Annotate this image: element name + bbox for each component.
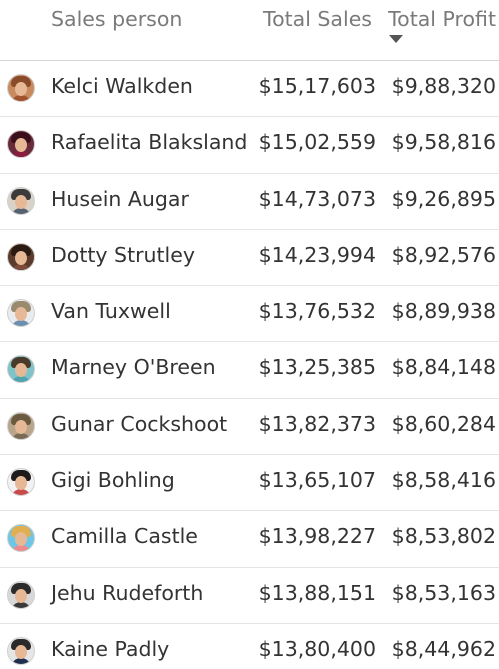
total-profit-value: $8,58,416 bbox=[391, 468, 496, 493]
avatar-icon bbox=[7, 468, 35, 497]
total-sales-value: $13,88,151 bbox=[258, 580, 376, 605]
sales-person-name: Marney O'Breen bbox=[51, 355, 216, 380]
sales-person-name: Husein Augar bbox=[51, 186, 189, 211]
table-row[interactable]: Camilla Castle $13,98,227 $8,53,802 bbox=[0, 511, 499, 568]
total-sales-value: $13,98,227 bbox=[258, 524, 376, 549]
sales-data-grid: Sales person Total Sales Total Profit Ke… bbox=[0, 0, 499, 669]
grid-body: Kelci Walkden $15,17,603 $9,88,320 Rafaelit… bbox=[0, 61, 499, 669]
sales-person-name: Kelci Walkden bbox=[51, 74, 193, 98]
total-sales-value: $13,82,373 bbox=[258, 411, 376, 436]
total-sales-value: $13,76,532 bbox=[258, 299, 376, 324]
avatar-icon bbox=[7, 242, 35, 271]
avatar-icon bbox=[7, 580, 35, 609]
total-sales-value: $14,23,994 bbox=[258, 242, 376, 267]
table-row[interactable]: Jehu Rudeforth $13,88,151 $8,53,163 bbox=[0, 568, 499, 624]
total-profit-value: $8,92,576 bbox=[391, 242, 496, 267]
avatar-icon bbox=[7, 636, 35, 665]
avatar-icon bbox=[7, 130, 35, 159]
total-profit-value: $8,84,148 bbox=[391, 355, 496, 380]
table-row[interactable]: Gunar Cockshoot $13,82,373 $8,60,284 bbox=[0, 399, 499, 456]
total-profit-value: $9,26,895 bbox=[391, 186, 496, 211]
table-row[interactable]: Kaine Padly $13,80,400 $8,44,962 bbox=[0, 624, 499, 669]
table-row[interactable]: Marney O'Breen $13,25,385 $8,84,148 bbox=[0, 342, 499, 399]
total-sales-value: $13,25,385 bbox=[258, 355, 376, 380]
total-profit-value: $8,53,802 bbox=[391, 524, 496, 549]
table-row[interactable]: Rafaelita Blaksland $15,02,559 $9,58,816 bbox=[0, 117, 499, 174]
avatar-icon bbox=[7, 299, 35, 328]
total-profit-value: $8,60,284 bbox=[391, 411, 496, 436]
total-sales-value: $14,73,073 bbox=[258, 186, 376, 211]
total-profit-value: $9,58,816 bbox=[391, 130, 496, 155]
table-row[interactable]: Van Tuxwell $13,76,532 $8,89,938 bbox=[0, 286, 499, 343]
total-profit-value: $8,53,163 bbox=[391, 580, 496, 605]
total-sales-value: $13,80,400 bbox=[258, 636, 376, 661]
total-sales-value: $13,65,107 bbox=[258, 468, 376, 493]
avatar-icon bbox=[7, 411, 35, 440]
sales-person-name: Rafaelita Blaksland bbox=[51, 130, 248, 155]
column-header-total-profit[interactable]: Total Profit bbox=[388, 7, 496, 31]
sales-person-name: Kaine Padly bbox=[51, 636, 170, 661]
sales-person-name: Camilla Castle bbox=[51, 524, 198, 549]
sort-descending-icon[interactable] bbox=[389, 35, 403, 43]
table-row[interactable]: Gigi Bohling $13,65,107 $8,58,416 bbox=[0, 455, 499, 512]
sales-person-name: Gigi Bohling bbox=[51, 468, 175, 493]
total-sales-value: $15,02,559 bbox=[258, 130, 376, 155]
sales-person-name: Van Tuxwell bbox=[51, 299, 171, 324]
sales-person-name: Dotty Strutley bbox=[51, 242, 196, 267]
avatar-icon bbox=[7, 524, 35, 553]
table-row[interactable]: Dotty Strutley $14,23,994 $8,92,576 bbox=[0, 230, 499, 287]
total-sales-value: $15,17,603 bbox=[258, 74, 376, 98]
column-header-total-sales[interactable]: Total Sales bbox=[263, 7, 372, 31]
table-row[interactable]: Husein Augar $14,73,073 $9,26,895 bbox=[0, 174, 499, 230]
table-row[interactable]: Kelci Walkden $15,17,603 $9,88,320 bbox=[0, 61, 499, 118]
grid-header: Sales person Total Sales Total Profit bbox=[0, 0, 499, 61]
avatar-icon bbox=[7, 186, 35, 215]
avatar-icon bbox=[7, 74, 35, 102]
total-profit-value: $9,88,320 bbox=[391, 74, 496, 98]
sales-person-name: Jehu Rudeforth bbox=[51, 580, 204, 605]
column-header-sales-person[interactable]: Sales person bbox=[51, 7, 182, 31]
sales-person-name: Gunar Cockshoot bbox=[51, 411, 228, 436]
avatar-icon bbox=[7, 355, 35, 384]
total-profit-value: $8,89,938 bbox=[391, 299, 496, 324]
total-profit-value: $8,44,962 bbox=[391, 636, 496, 661]
